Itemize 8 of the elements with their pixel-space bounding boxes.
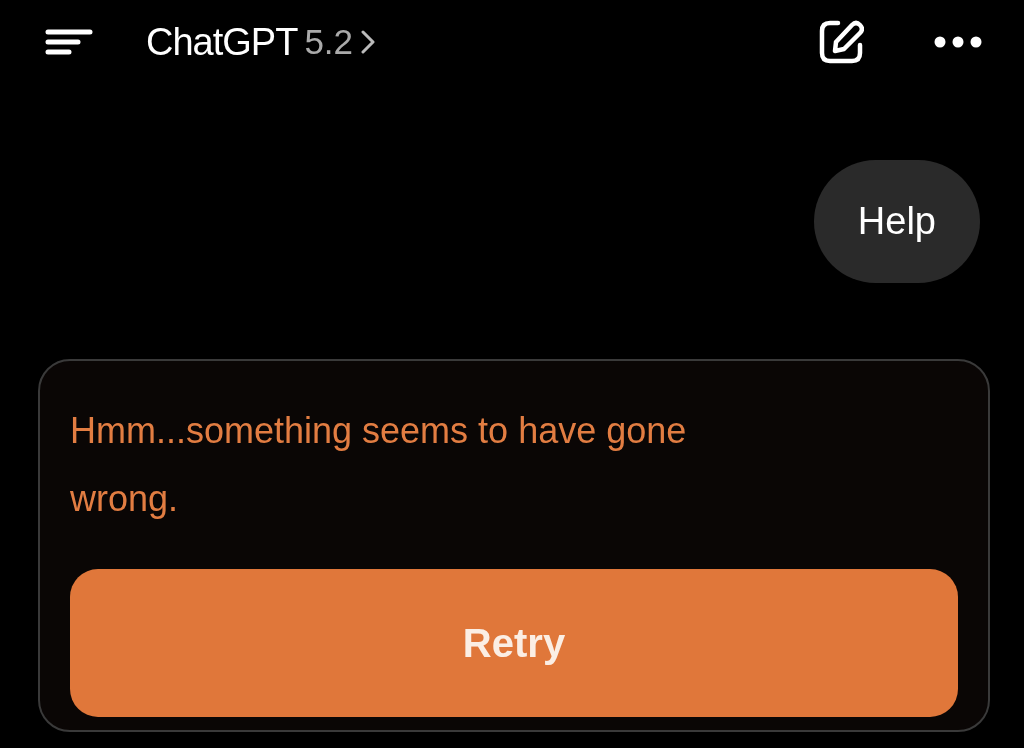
model-version[interactable]: 5.2 <box>304 22 354 62</box>
error-message: Hmm...something seems to have gone wrong. <box>70 409 688 521</box>
menu-icon[interactable] <box>45 29 93 55</box>
model-title[interactable]: ChatGPT <box>146 20 298 64</box>
user-message: Help <box>813 160 980 283</box>
more-icon[interactable] <box>934 36 982 48</box>
chevron-right-icon[interactable] <box>361 29 376 55</box>
edit-icon[interactable] <box>818 19 864 65</box>
